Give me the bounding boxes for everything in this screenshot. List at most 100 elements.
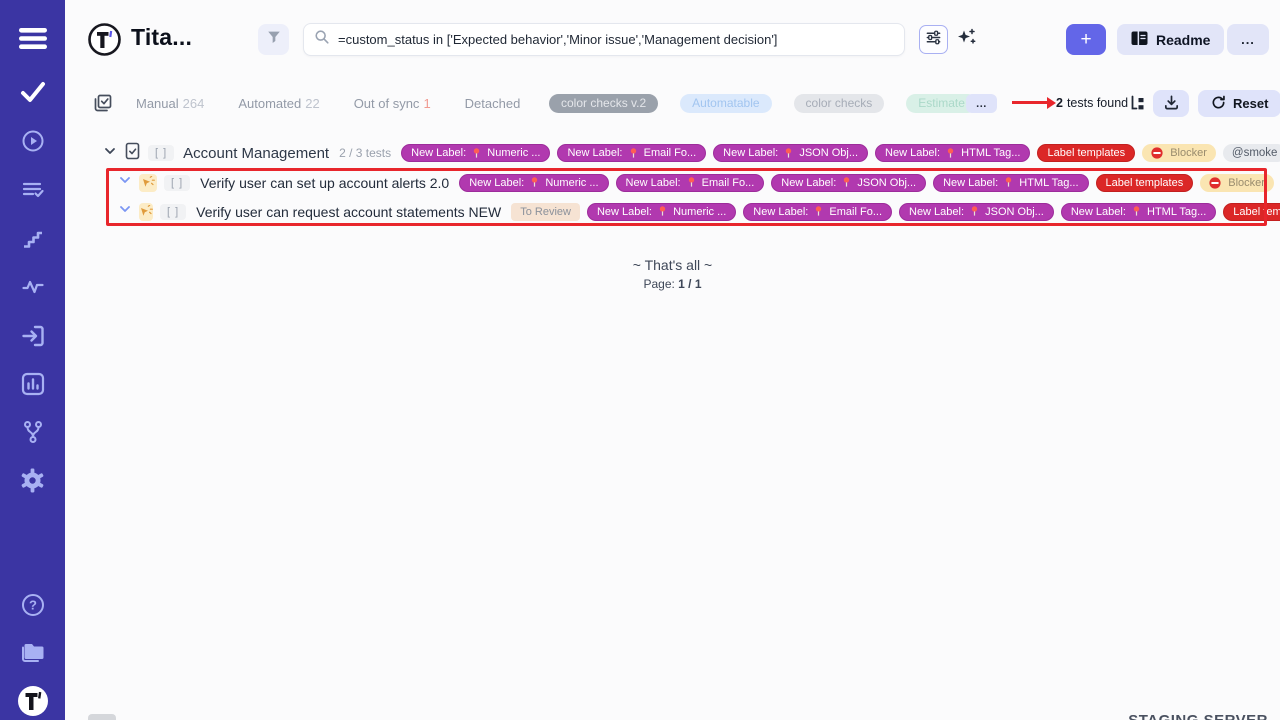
book-icon — [1131, 31, 1148, 49]
app-logo-icon[interactable] — [0, 685, 65, 717]
main-area: Tita... + Readme ... Manual264 Automated2… — [65, 0, 1280, 720]
label-pill[interactable]: New Label: Numeric ... — [587, 203, 736, 221]
label-pill[interactable]: Label templates — [1096, 174, 1194, 192]
import-icon[interactable] — [0, 323, 65, 349]
severity-pill[interactable]: Blocker — [1200, 174, 1274, 192]
label-pill[interactable]: New Label: JSON Obj... — [713, 144, 868, 162]
search-icon — [314, 29, 330, 50]
test-labels: New Label: Numeric ... New Label: Email F… — [459, 174, 1274, 192]
menu-icon[interactable] — [0, 27, 65, 50]
ai-sparkles-button[interactable] — [955, 29, 977, 51]
tree-view-icon[interactable] — [1129, 95, 1146, 117]
empty-run-badge: [ ] — [148, 145, 174, 161]
download-button[interactable] — [1153, 90, 1189, 117]
tab-count: 264 — [183, 96, 205, 111]
label-pill[interactable]: New Label: Email Fo... — [743, 203, 892, 221]
suite-labels: New Label: Numeric ... New Label: Email F… — [401, 144, 1280, 162]
hidden-widget-tab — [88, 714, 116, 720]
test-labels: New Label: Numeric ... New Label: Email F… — [587, 203, 1280, 221]
chevron-down-icon[interactable] — [103, 144, 117, 163]
results-text: tests found — [1067, 96, 1128, 110]
test-plans-icon[interactable] — [0, 178, 65, 202]
help-icon[interactable]: ? — [0, 592, 65, 618]
filter-chip[interactable]: Automatable — [680, 94, 771, 113]
steps-icon[interactable] — [0, 227, 65, 251]
label-pill[interactable]: New Label: HTML Tag... — [933, 174, 1088, 192]
sliders-icon — [925, 29, 942, 51]
tag-pill[interactable]: @smoke — [1223, 144, 1280, 162]
download-icon — [1163, 94, 1180, 114]
filter-tab[interactable]: Automated22 — [238, 96, 319, 111]
chevron-down-icon[interactable] — [118, 173, 132, 192]
filter-tab[interactable]: Out of sync1 — [354, 96, 431, 111]
label-pill[interactable]: New Label: Numeric ... — [401, 144, 550, 162]
annotation-arrow — [1012, 101, 1048, 104]
project-logo-icon[interactable] — [88, 23, 121, 56]
refresh-icon — [1211, 95, 1226, 113]
search-input[interactable] — [338, 32, 894, 47]
filter-tabs: Manual264 Automated22 Out of sync1 Detached — [136, 88, 520, 118]
suite-doc-icon — [124, 142, 141, 165]
test-title[interactable]: Verify user can request account statemen… — [196, 204, 501, 220]
search-bar — [303, 23, 905, 56]
results-number: 2 — [1056, 96, 1063, 110]
tests-check-icon[interactable] — [0, 81, 65, 103]
manual-test-icon — [139, 203, 153, 221]
suite-row[interactable]: [ ] Account Management 2 / 3 tests New L… — [103, 141, 1280, 165]
label-pill[interactable]: New Label: Email Fo... — [557, 144, 706, 162]
branches-icon[interactable] — [0, 419, 65, 445]
select-all-icon[interactable] — [93, 93, 113, 118]
staging-watermark: STAGING SERVER — [1128, 712, 1268, 720]
runs-play-icon[interactable] — [0, 129, 65, 153]
label-pill[interactable]: New Label: JSON Obj... — [771, 174, 926, 192]
header-more-button[interactable]: ... — [1227, 24, 1269, 55]
tab-count: 1 — [423, 96, 430, 111]
end-of-list-text: ~ That's all ~ — [65, 257, 1280, 273]
results-count: 2 tests found — [1056, 96, 1128, 110]
filter-tab[interactable]: Detached — [465, 96, 521, 111]
label-pill[interactable]: New Label: Email Fo... — [616, 174, 765, 192]
label-pill[interactable]: New Label: JSON Obj... — [899, 203, 1054, 221]
label-pill[interactable]: New Label: Numeric ... — [459, 174, 608, 192]
test-row[interactable]: [ ] Verify user can set up account alerts… — [118, 168, 1280, 197]
severity-pill[interactable]: Blocker — [1142, 144, 1216, 162]
analytics-pulse-icon[interactable] — [0, 275, 65, 299]
tab-count: 22 — [305, 96, 319, 111]
test-row[interactable]: [ ] Verify user can request account state… — [118, 197, 1280, 226]
chevron-down-icon[interactable] — [118, 202, 132, 221]
filter-tab[interactable]: Manual264 — [136, 96, 204, 111]
filter-chip[interactable]: color checks — [794, 94, 885, 113]
pagination: Page: 1 / 1 — [65, 277, 1280, 291]
sparkles-icon — [956, 27, 977, 53]
add-test-button[interactable]: + — [1066, 24, 1106, 55]
reset-button[interactable]: Reset — [1198, 90, 1280, 117]
label-pill[interactable]: New Label: HTML Tag... — [875, 144, 1030, 162]
filter-chips: color checks v.2Automatablecolor checksE… — [549, 88, 977, 118]
project-title[interactable]: Tita... — [131, 24, 192, 51]
empty-run-badge: [ ] — [160, 204, 186, 220]
filter-funnel-button[interactable] — [258, 24, 289, 55]
suite-title[interactable]: Account Management — [183, 145, 329, 162]
label-pill[interactable]: New Label: HTML Tag... — [1061, 203, 1216, 221]
page-label: Page: — [643, 277, 674, 291]
funnel-icon — [266, 29, 282, 50]
empty-run-badge: [ ] — [164, 175, 190, 191]
readme-label: Readme — [1156, 32, 1210, 48]
readme-button[interactable]: Readme — [1117, 24, 1224, 55]
test-title[interactable]: Verify user can set up account alerts 2.… — [200, 175, 449, 191]
status-badge: To Review — [511, 203, 580, 221]
reset-label: Reset — [1233, 96, 1268, 111]
svg-text:?: ? — [29, 598, 37, 613]
page-value: 1 / 1 — [678, 277, 701, 291]
manual-test-icon — [139, 174, 157, 192]
filter-chip[interactable]: color checks v.2 — [549, 94, 658, 113]
filter-more-button[interactable]: ... — [966, 94, 997, 113]
settings-gear-icon[interactable] — [0, 467, 65, 494]
test-rows: [ ] Verify user can set up account alerts… — [118, 168, 1280, 226]
query-settings-button[interactable] — [919, 25, 948, 54]
projects-folder-icon[interactable] — [0, 640, 65, 666]
reports-chart-icon[interactable] — [0, 371, 65, 397]
label-pill[interactable]: Label templates — [1037, 144, 1135, 162]
suite-meta: 2 / 3 tests — [339, 146, 391, 160]
label-pill[interactable]: Label templates — [1223, 203, 1280, 221]
